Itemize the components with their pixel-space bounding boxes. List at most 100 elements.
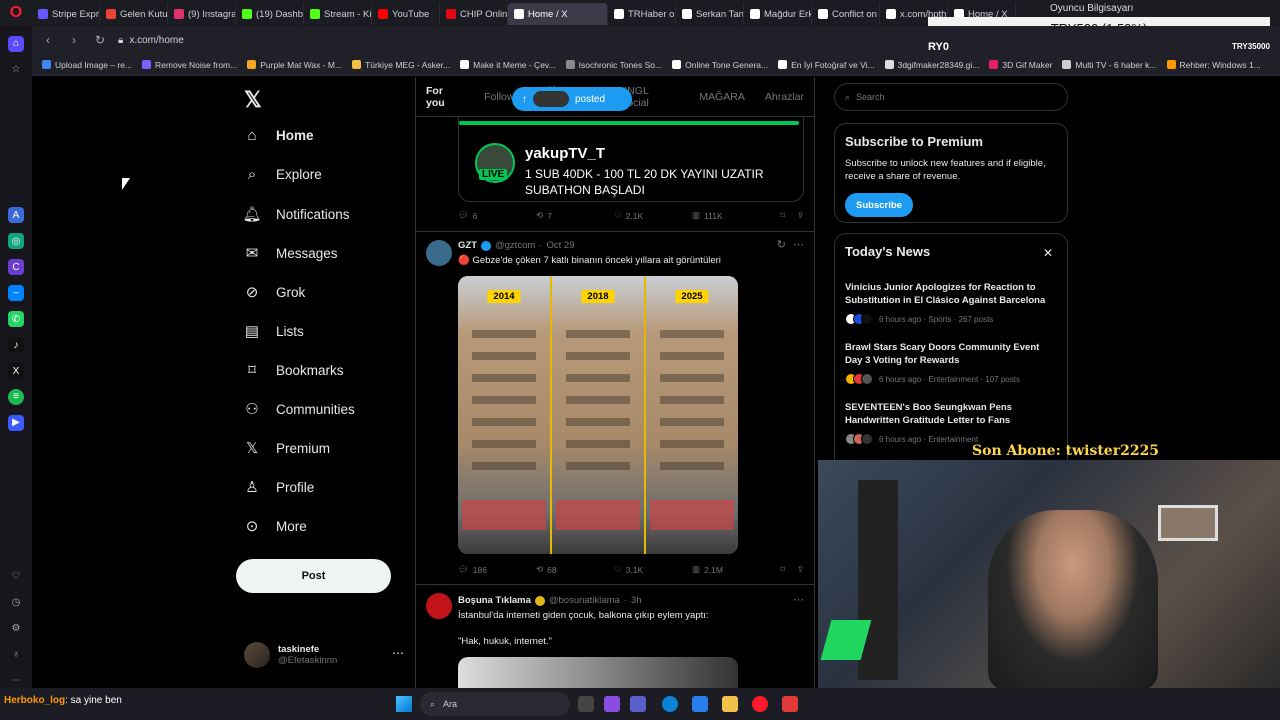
address-bar[interactable]: 🔒︎ x.com/home	[118, 35, 184, 46]
bookmark-item[interactable]: 3D Gif Maker	[989, 60, 1052, 70]
store-icon[interactable]	[692, 696, 708, 712]
nav-premium[interactable]: 𝕏 Premium	[242, 439, 330, 457]
player-icon[interactable]: ▶	[8, 414, 24, 431]
browser-tab[interactable]: YouTube	[372, 3, 440, 25]
reply-button[interactable]: 💬︎ 6	[458, 210, 536, 221]
nav-explore[interactable]: ⌕ Explore	[242, 166, 322, 183]
back-icon[interactable]: ‹	[40, 33, 56, 47]
timeline-tab[interactable]: MAĞARA	[689, 91, 755, 103]
forward-icon[interactable]: ›	[66, 33, 82, 47]
subscribe-button[interactable]: Subscribe	[845, 193, 913, 217]
lightbulb-icon[interactable]: ♁	[8, 646, 24, 662]
nav-more[interactable]: ⊙ More	[242, 517, 307, 535]
opera-icon[interactable]	[752, 696, 768, 712]
chatgpt-icon[interactable]: ◎	[8, 233, 24, 250]
tiktok-icon[interactable]: ♪	[8, 337, 24, 354]
nav-communities[interactable]: ⚇ Communities	[242, 400, 355, 418]
browser-tab[interactable]: Gelen Kutusu	[100, 3, 168, 25]
repost-button[interactable]: ⟲ 68	[536, 564, 614, 575]
teams-icon[interactable]	[630, 696, 646, 712]
bosuna-tiklama-avatar[interactable]	[426, 593, 452, 619]
nav-messages[interactable]: ✉ Messages	[242, 244, 338, 262]
spotify-icon[interactable]: ≡	[8, 388, 24, 405]
repost-button[interactable]: ⟲ 7	[536, 210, 614, 221]
views-button[interactable]: ▥ 2.1M	[692, 564, 770, 575]
account-switcher[interactable]: taskinefe @Efetaskinnn ⋯	[244, 640, 404, 670]
tweet-more-icon[interactable]: ⋯	[793, 593, 804, 606]
star-icon[interactable]: ☆	[8, 62, 24, 78]
reply-button[interactable]: 💬︎ 186	[458, 564, 536, 575]
browser-tab[interactable]: Mağdur Erke	[744, 3, 812, 25]
bookmark-item[interactable]: En İyi Fotoğraf ve Vi...	[778, 60, 875, 70]
messenger-icon[interactable]: ~	[8, 285, 24, 302]
edge-icon[interactable]	[662, 696, 678, 712]
taskbar-search[interactable]: ⌕ Ara	[420, 692, 570, 716]
aria-icon[interactable]: A	[8, 207, 24, 224]
opera-logo-icon[interactable]: O	[0, 0, 32, 26]
grok-explain-icon[interactable]: ↻	[777, 238, 786, 251]
share-icon[interactable]: ⇪	[797, 564, 804, 575]
x-logo-icon[interactable]: 𝕏	[244, 87, 262, 113]
tweet-handle[interactable]: @gztcom	[495, 240, 535, 251]
bookmark-item[interactable]: Türkiye MEG - Asker...	[352, 60, 450, 70]
bookmark-item[interactable]: Online Tone Genera...	[672, 60, 768, 70]
nav-grok[interactable]: ⊘ Grok	[242, 283, 306, 301]
nav-profile[interactable]: ♙ Profile	[242, 478, 314, 496]
explorer-icon[interactable]	[722, 696, 738, 712]
close-icon[interactable]: ✕	[1043, 246, 1053, 260]
new-posts-pill[interactable]: ↑ posted	[512, 87, 632, 111]
history-icon[interactable]: ◷	[8, 594, 24, 610]
share-icon[interactable]: ⇪	[797, 210, 804, 221]
tweet-photo[interactable]: 2014 2018 2025	[458, 276, 738, 554]
bookmark-item[interactable]: Isochronic Tones So...	[565, 60, 662, 70]
bookmark-item[interactable]: Rehber: Windows 1...	[1166, 60, 1261, 70]
like-button[interactable]: ♡ 3.1K	[614, 564, 692, 575]
like-button[interactable]: ♡ 2.1K	[614, 210, 692, 221]
bookmark-item[interactable]: 3dgifmaker28349.gi...	[884, 60, 979, 70]
browser-tab[interactable]: (19) Dashboa	[236, 3, 304, 25]
bookmark-item[interactable]: Make it Meme - Çev...	[460, 60, 556, 70]
browser-tab[interactable]: CHIP Online:	[440, 3, 508, 25]
reload-icon[interactable]: ↻	[92, 33, 108, 47]
app-icon[interactable]	[782, 696, 798, 712]
news-item[interactable]: SEVENTEEN's Boo Seungkwan Pens Handwritt…	[845, 401, 1057, 445]
browser-tab[interactable]: Serkan Tanyıl	[676, 3, 744, 25]
app-icon[interactable]: C	[8, 259, 24, 276]
tweet-date[interactable]: 3h	[631, 595, 642, 606]
browser-tab[interactable]: TRHaber on	[608, 3, 676, 25]
tweet-author[interactable]: Boşuna Tıklama	[458, 595, 531, 606]
x-app-icon[interactable]: X	[8, 363, 24, 379]
heart-icon[interactable]: ♡	[8, 568, 24, 584]
workspace-icon[interactable]: ⌂	[8, 36, 24, 52]
timeline-tab[interactable]: For you	[416, 85, 474, 109]
nav-home[interactable]: ⌂ Home	[242, 127, 313, 144]
search-input[interactable]: ⌕ Search	[834, 83, 1068, 111]
live-streamer-name[interactable]: yakupTV_T	[525, 145, 605, 162]
nav-notifications[interactable]: 🔔︎ Notifications	[242, 205, 349, 223]
bookmark-icon[interactable]: ⌑	[781, 564, 785, 575]
more-dots-icon[interactable]: ⋯	[392, 646, 404, 660]
tweet-more-icon[interactable]: ⋯	[793, 238, 804, 251]
bookmark-item[interactable]: Purple Mat Wax - M...	[247, 60, 342, 70]
windows-start-icon[interactable]	[396, 696, 412, 712]
browser-tab[interactable]: Home / X	[508, 3, 608, 25]
bookmark-item[interactable]: Remove Noise from...	[142, 60, 237, 70]
more-icon[interactable]: ⋯	[8, 672, 24, 688]
browser-tab[interactable]: Stripe Express	[32, 3, 100, 25]
tweet-author[interactable]: GZT	[458, 240, 477, 251]
tweet-image[interactable]	[458, 657, 738, 688]
settings-icon[interactable]: ⚙	[8, 620, 24, 636]
gzt-avatar[interactable]	[426, 240, 452, 266]
browser-tab[interactable]: (9) Instagram	[168, 3, 236, 25]
post-button[interactable]: Post	[236, 559, 391, 593]
timeline-tab[interactable]: Ahrazlar	[755, 91, 814, 103]
browser-tab[interactable]: Conflict on X	[812, 3, 880, 25]
tweet-date[interactable]: Oct 29	[546, 240, 574, 251]
whatsapp-icon[interactable]: ✆	[8, 311, 24, 328]
tweet-handle[interactable]: @bosunatiklama	[549, 595, 620, 606]
task-view-icon[interactable]	[578, 696, 594, 712]
news-item[interactable]: Vinicius Junior Apologizes for Reaction …	[845, 281, 1057, 325]
nav-lists[interactable]: ▤ Lists	[242, 322, 304, 340]
live-card[interactable]: LIVE yakupTV_T 1 SUB 40DK - 100 TL 20 DK…	[458, 117, 804, 202]
bookmark-item[interactable]: Upload Image – re...	[42, 60, 132, 70]
